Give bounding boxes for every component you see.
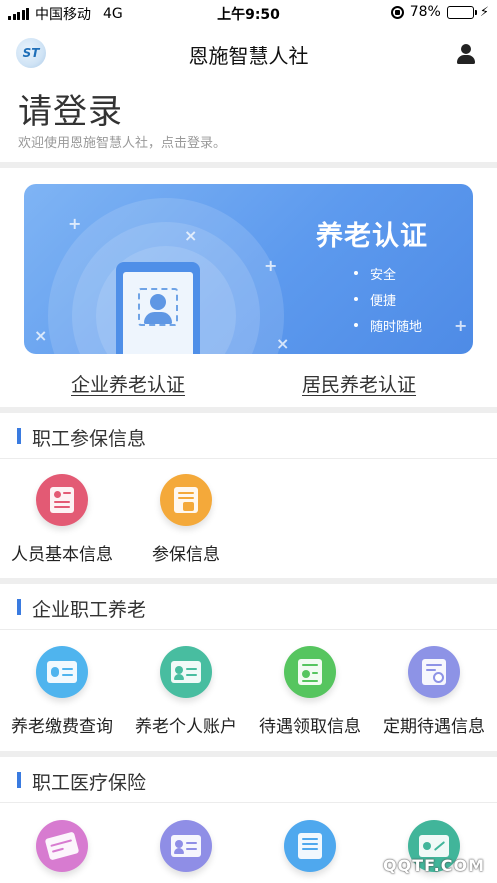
item-label: 定期待遇信息: [383, 717, 485, 737]
section-header: 企业职工养老: [0, 584, 497, 630]
insurance-info-item[interactable]: 参保信息: [124, 474, 248, 565]
rotation-lock-icon: [390, 5, 404, 19]
id-card-icon: [36, 474, 88, 526]
section-accent-bar: [17, 772, 21, 788]
banner-title: 养老认证: [316, 221, 428, 252]
banner-bullet: 便捷: [354, 290, 422, 316]
battery-percent: 78%: [409, 4, 441, 20]
sparkle-icon: ×: [184, 226, 198, 245]
section-accent-bar: [17, 599, 21, 615]
item-label: 养老个人账户: [135, 717, 237, 737]
medical-card-icon: [36, 820, 88, 872]
login-title[interactable]: 请登录: [18, 92, 226, 132]
sparkle-icon: +: [264, 256, 278, 275]
pension-auth-banner[interactable]: + × + × × + 养老认证 安全 便捷 随时随地: [24, 184, 473, 354]
sparkle-icon: ×: [34, 326, 48, 345]
benefit-doc-icon: [284, 646, 336, 698]
item-label: 养老缴费查询: [11, 717, 113, 737]
banner-bullets: 安全 便捷 随时随地: [354, 264, 422, 342]
personal-info-item[interactable]: 人员基本信息: [0, 474, 124, 565]
section-title: 企业职工养老: [32, 599, 147, 621]
divider: [0, 162, 497, 168]
resident-pension-auth-link[interactable]: 居民养老认证: [302, 370, 416, 397]
watermark: QQTF.COM: [382, 856, 485, 875]
account-card-icon: [160, 646, 212, 698]
phone-face-scan-icon: [116, 262, 200, 354]
item-label: 参保信息: [152, 545, 220, 565]
item-label: 待遇领取信息: [259, 717, 361, 737]
insurance-doc-icon: [160, 474, 212, 526]
sparkle-icon: ×: [276, 334, 290, 353]
sparkle-icon: +: [454, 316, 468, 335]
section-header: 职工医疗保险: [0, 757, 497, 803]
item-label: 人员基本信息: [11, 545, 113, 565]
section-title: 职工医疗保险: [32, 772, 147, 794]
banner-bullet: 随时随地: [354, 316, 422, 342]
pension-personal-account-item[interactable]: 养老个人账户: [124, 646, 248, 737]
regular-benefit-info-item[interactable]: 定期待遇信息: [372, 646, 496, 737]
medical-payment-icon: [284, 820, 336, 872]
pension-payment-query-item[interactable]: 养老缴费查询: [0, 646, 124, 737]
section-accent-bar: [17, 428, 21, 444]
nav-bar: ST 恩施智慧人社: [0, 26, 497, 82]
medical-id-icon: [160, 820, 212, 872]
medical-id-item[interactable]: [124, 820, 248, 883]
login-subtitle: 欢迎使用恩施智慧人社，点击登录。: [18, 136, 227, 151]
benefit-receipt-info-item[interactable]: 待遇领取信息: [248, 646, 372, 737]
section-title: 职工参保信息: [32, 428, 147, 450]
page-title: 恩施智慧人社: [188, 44, 309, 68]
charging-icon: ⚡: [479, 4, 489, 20]
battery-icon: [446, 5, 477, 19]
schedule-doc-icon: [408, 646, 460, 698]
sparkle-icon: +: [68, 214, 82, 233]
section-header: 职工参保信息: [0, 413, 497, 459]
status-bar: 中国移动 4G 上午9:50 78% ⚡: [0, 0, 497, 26]
banner-bullet: 安全: [354, 264, 422, 290]
medical-payment-item[interactable]: [248, 820, 372, 883]
auth-links: 企业养老认证 居民养老认证: [0, 370, 497, 400]
login-prompt[interactable]: 请登录 欢迎使用恩施智慧人社，点击登录。: [18, 92, 226, 151]
medical-card-item[interactable]: [0, 820, 124, 883]
payment-card-icon: [36, 646, 88, 698]
enterprise-pension-auth-link[interactable]: 企业养老认证: [71, 370, 185, 397]
user-profile-icon[interactable]: [457, 44, 475, 64]
status-right: 78% ⚡: [390, 4, 489, 20]
